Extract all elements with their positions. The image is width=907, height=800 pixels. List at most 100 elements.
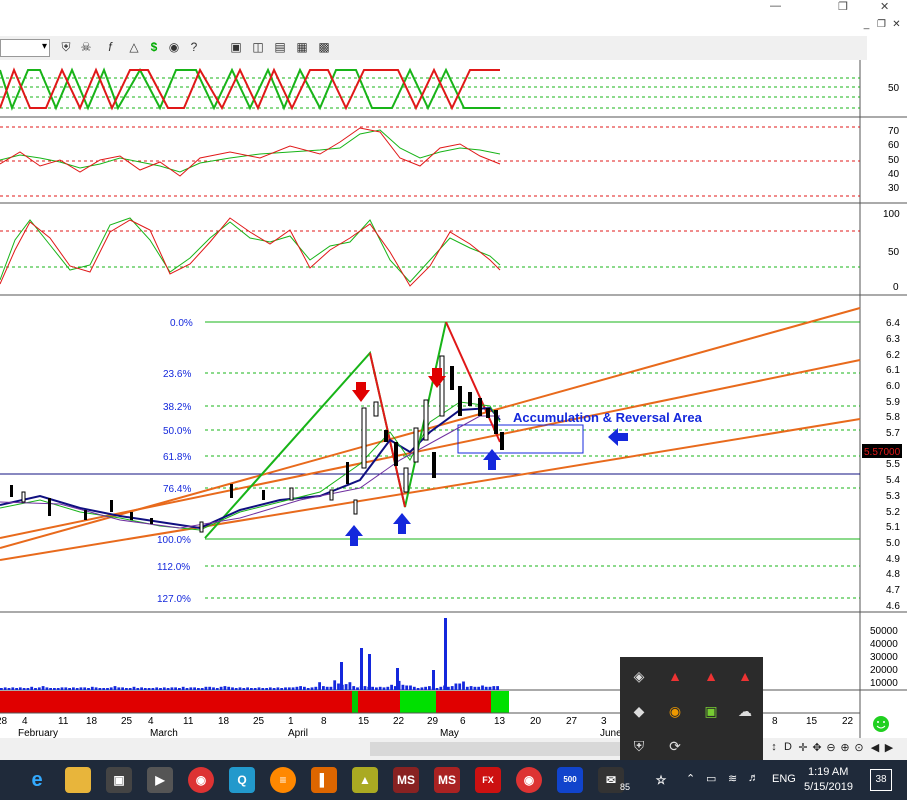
mt4-icon[interactable]: ▲ (734, 665, 756, 687)
tray-app-icon[interactable]: ◈ (628, 665, 650, 687)
volume-bar (390, 684, 393, 690)
volume-bar (238, 687, 242, 690)
volume-bar (15, 688, 18, 690)
tray-expand-icon[interactable]: ⌃ (686, 772, 695, 785)
tile-vertical-icon[interactable]: ◫ (250, 39, 266, 55)
smiley-icon[interactable] (873, 716, 889, 732)
clock-date[interactable]: 5/15/2019 (804, 781, 853, 793)
minimize-icon[interactable]: — (770, 0, 781, 12)
mdi-restore-icon[interactable]: ❐ (875, 18, 888, 31)
nav-cross-icon[interactable]: ✛ (796, 741, 810, 754)
cloud-icon[interactable]: ☁ (734, 700, 756, 722)
volume-bar (98, 688, 102, 690)
volume-bar (333, 680, 337, 691)
chrome-icon[interactable]: ◉ (188, 767, 214, 793)
day-label: 18 (218, 716, 230, 727)
nav-d2-icon[interactable]: D (781, 741, 795, 753)
app-red-icon[interactable]: ◉ (516, 767, 542, 793)
volume-bar (284, 687, 287, 690)
fib-label: 61.8% (163, 452, 191, 463)
mt4-app-icon[interactable]: ▲ (352, 767, 378, 793)
volume-bar (125, 688, 128, 690)
file-explorer-icon[interactable] (65, 767, 91, 793)
fib-label: 0.0% (170, 318, 193, 329)
volume-bar (231, 687, 234, 690)
volume-bar (53, 688, 56, 690)
wifi-icon[interactable]: ≋ (728, 772, 737, 785)
binoculars-icon[interactable]: ◉ (166, 39, 182, 55)
store-icon[interactable]: ▣ (106, 767, 132, 793)
notification-icon[interactable]: 38 (870, 769, 892, 791)
nav-move-icon[interactable]: ✥ (810, 741, 824, 754)
battery-icon[interactable]: ▭ (706, 772, 716, 785)
person-icon[interactable]: ☠ (78, 39, 94, 55)
volume-bar (234, 688, 238, 690)
volume-icon[interactable]: ♬ (748, 772, 759, 784)
scroll-right-icon[interactable]: ▶ (882, 741, 896, 754)
shield-icon[interactable]: ◉ (664, 700, 686, 722)
volume-bar (90, 686, 94, 691)
volume-bar (159, 688, 162, 690)
volume-bar (215, 688, 219, 690)
close-icon[interactable]: ✕ (880, 0, 889, 13)
ms-app-icon[interactable]: MS (393, 767, 419, 793)
clock-time[interactable]: 1:19 AM (808, 766, 848, 778)
app-orange-icon[interactable]: ≡ (270, 767, 296, 793)
mt4-icon[interactable]: ▲ (700, 665, 722, 687)
app-blue-icon[interactable]: Q (229, 767, 255, 793)
osc1-tick: 40 (888, 169, 900, 180)
media-icon[interactable]: ▶ (147, 767, 173, 793)
price-tick: 4.8 (886, 569, 900, 580)
mdi-close-icon[interactable]: ✕ (890, 18, 903, 31)
defender-icon[interactable]: ⛨ (628, 735, 650, 757)
fxpro-icon[interactable]: FX (475, 767, 501, 793)
people-icon[interactable]: ☆ (648, 767, 674, 793)
lock-icon[interactable]: ⛨ (58, 39, 74, 55)
price-tick: 4.7 (886, 585, 900, 596)
osc1-tick: 60 (888, 140, 900, 151)
chart-app-icon[interactable]: ▌ (311, 767, 337, 793)
nav-d-icon[interactable]: ↕ (767, 741, 781, 753)
language-indicator[interactable]: ENG (772, 773, 796, 785)
zoom-in-icon[interactable]: ⊕ (838, 741, 852, 754)
day-label: 15 (806, 716, 818, 727)
volume-bar (60, 687, 64, 690)
month-label: April (288, 728, 308, 738)
price-tick: 5.9 (886, 397, 900, 408)
volume-bar (7, 688, 11, 690)
symbol-combo[interactable]: ▾ (0, 39, 50, 57)
tile-horizontal-icon[interactable]: ▤ (272, 39, 288, 55)
function-icon[interactable]: f (102, 39, 118, 55)
price-tick: 6.2 (886, 350, 900, 361)
tree-icon[interactable]: △ (126, 39, 142, 55)
scroll-left-icon[interactable]: ◀ (868, 741, 882, 754)
ms2-app-icon[interactable]: MS (434, 767, 460, 793)
layout-icon[interactable]: ▩ (316, 39, 332, 55)
tile-grid-icon[interactable]: ▦ (294, 39, 310, 55)
volume-bar (109, 687, 113, 690)
volume-bar (492, 686, 496, 690)
volume-bar (3, 687, 7, 690)
volume-bar (189, 687, 193, 690)
restore-icon[interactable]: ❐ (838, 0, 848, 13)
edge-icon[interactable]: e (24, 767, 50, 793)
zoom-out-icon[interactable]: ⊖ (824, 741, 838, 754)
mt4-icon[interactable]: ▲ (664, 665, 686, 687)
chart-window[interactable]: 50 70 60 50 40 30 20 100 50 0 (0, 60, 907, 738)
volume-bar (246, 687, 249, 690)
volume-bar (329, 686, 333, 691)
sync-icon[interactable]: ⟳ (664, 735, 686, 757)
day-label: 22 (393, 716, 405, 727)
dollar-icon[interactable]: $ (146, 39, 162, 55)
volume-bar (368, 654, 371, 690)
volume-bar (444, 618, 447, 690)
windows-icon[interactable]: ▣ (228, 39, 244, 55)
day-label: 27 (566, 716, 578, 727)
diamond-icon[interactable]: ◆ (628, 700, 650, 722)
zoom-reset-icon[interactable]: ⊙ (852, 741, 866, 754)
volume-bar (72, 687, 75, 690)
app-500-icon[interactable]: 500 (557, 767, 583, 793)
help-icon[interactable]: ? (186, 39, 202, 55)
mdi-minimize-icon[interactable]: _ (860, 18, 873, 31)
nvidia-icon[interactable]: ▣ (700, 700, 722, 722)
